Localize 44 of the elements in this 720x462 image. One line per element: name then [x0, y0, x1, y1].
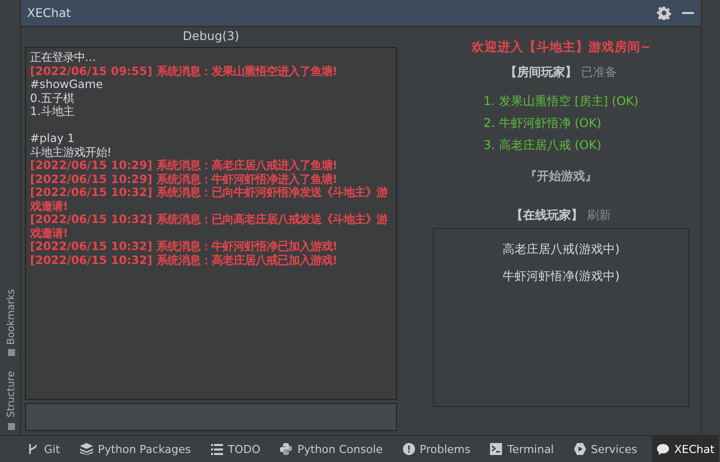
player-entry: 3. 高老庄居八戒 (OK): [484, 137, 602, 154]
system-message: [2022/06/15 09:55] 系统消息：发果山熏悟空进入了鱼塘!: [30, 64, 339, 78]
online-player[interactable]: 高老庄居八戒(游戏中): [502, 241, 620, 258]
tool-window-tab[interactable]: Services: [568, 436, 642, 462]
hexagon-play-icon: [574, 443, 586, 455]
side-tab[interactable]: Structure: [2, 371, 20, 431]
message-input-field[interactable]: [25, 403, 397, 431]
system-message: [2022/06/15 10:32] 系统消息：高老庄居八戒已加入游戏!: [30, 254, 339, 267]
tool-window-tab[interactable]: Python Packages: [74, 436, 196, 462]
window-title: XEChat: [27, 6, 71, 20]
list-icon: [210, 444, 223, 454]
start-game-button[interactable]: 『开始游戏』: [525, 168, 597, 185]
tool-window-tab[interactable]: Terminal: [485, 436, 559, 462]
terminal-icon: [490, 443, 502, 455]
exclamation-icon: [402, 443, 415, 455]
panel-title: Debug(3): [182, 28, 240, 44]
log-line: #play 1: [30, 132, 76, 146]
layers-icon: [80, 443, 93, 455]
python-icon: [280, 443, 292, 455]
tool-window-tab[interactable]: Problems: [398, 436, 476, 462]
welcome-message: 欢迎进入【斗地主】游戏房间~: [471, 39, 651, 56]
players-heading: 【房间玩家】: [505, 64, 577, 81]
tool-window-tab[interactable]: XEChat: [652, 436, 720, 462]
player-entry: 1. 发果山熏悟空 [房主] (OK): [484, 93, 638, 110]
online-heading: 【在线玩家】: [511, 207, 583, 224]
tool-window-tab[interactable]: Git: [22, 436, 65, 462]
tool-window-tab[interactable]: Python Console: [275, 436, 388, 462]
chat-bubble-icon: [657, 444, 670, 454]
system-message: [2022/06/15 10:29] 系统消息：牛虾河虾悟净进入了鱼塘!: [30, 172, 339, 186]
system-message: [2022/06/15 10:32] 系统消息：已向高老庄居八戒发送《斗地主》游戏邀请!: [30, 213, 389, 240]
log-line: 斗地主游戏开始!: [30, 146, 113, 159]
side-tab[interactable]: Bookmarks: [2, 288, 20, 358]
log-line: 0.五子棋: [30, 92, 75, 105]
log-line: 正在登录中...: [30, 51, 97, 64]
system-message: [2022/06/15 10:32] 系统消息：牛虾河虾悟净已加入游戏!: [30, 240, 339, 254]
branch-icon: [27, 443, 39, 455]
settings-icon[interactable]: [657, 6, 671, 20]
player-entry: 2. 牛虾河虾悟净 (OK): [484, 115, 602, 132]
system-message: [2022/06/15 10:29] 系统消息：高老庄居八戒进入了鱼塘!: [30, 159, 339, 172]
log-line: #showGame: [30, 78, 104, 92]
tool-window-tab[interactable]: TODO: [206, 436, 266, 462]
log-line: 1.斗地主: [30, 105, 75, 118]
online-player[interactable]: 牛虾河虾悟净(游戏中): [502, 268, 620, 285]
system-message: [2022/06/15 10:32] 系统消息：已向牛虾河虾悟净发送《斗地主》游戏邀请!: [30, 186, 389, 213]
